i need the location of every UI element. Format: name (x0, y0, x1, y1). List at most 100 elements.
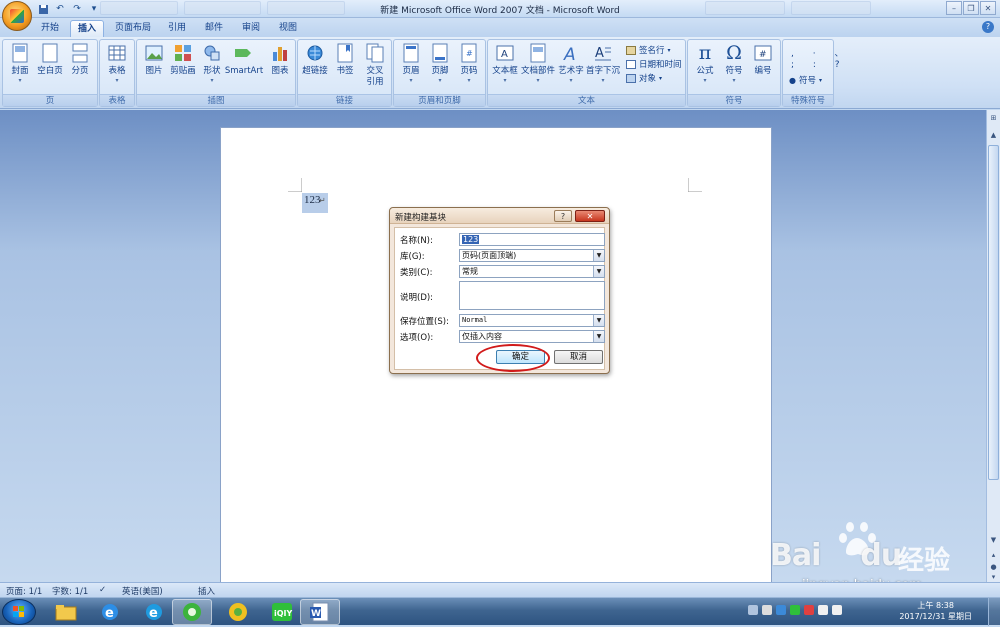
ruler-toggle-icon[interactable]: ⊞ (988, 113, 999, 123)
taskbar-ie-alt[interactable]: e (134, 599, 174, 625)
smartart-icon (234, 42, 254, 64)
numbering-button[interactable]: # 编号 (746, 42, 780, 77)
taskbar-word[interactable]: W (300, 599, 340, 625)
network-icon[interactable] (818, 605, 828, 615)
taskbar-iqiyi[interactable]: iQIY (262, 599, 302, 625)
clock-time: 上午 8:38 (917, 601, 954, 610)
cross-reference-button[interactable]: 交叉引用 (358, 42, 392, 88)
special-symbols-grid[interactable]: , · 、 (791, 46, 851, 59)
cover-page-icon (10, 42, 30, 64)
redo-icon[interactable]: ↷ (70, 3, 84, 16)
table-button[interactable]: 表格 ▾ (100, 42, 134, 84)
scroll-down-icon[interactable]: ▼ (988, 535, 999, 545)
name-input[interactable]: 123 (459, 233, 605, 246)
volume-icon[interactable] (832, 605, 842, 615)
tab-home[interactable]: 开始 (34, 20, 66, 37)
svg-text:W: W (311, 609, 321, 619)
cross-reference-icon (365, 42, 385, 64)
cancel-button[interactable]: 取消 (554, 350, 603, 364)
group-pages: 封面 ▾ 空白页 分页 页 (2, 39, 98, 107)
blank-page-button[interactable]: 空白页 (33, 42, 67, 77)
help-icon[interactable]: ? (554, 210, 572, 222)
quick-parts-button[interactable]: 文档部件 ▾ (521, 42, 555, 84)
close-icon[interactable]: ✕ (980, 1, 996, 15)
gallery-select[interactable]: 页码(页面顶端) ▼ (459, 249, 605, 262)
page-count[interactable]: 页面: 1/1 (6, 585, 42, 597)
signature-line-button[interactable]: 签名行 ▾ (626, 44, 671, 56)
minimize-icon[interactable]: – (946, 1, 962, 15)
previous-page-icon[interactable]: ▴ (988, 550, 999, 560)
tray-icon[interactable] (762, 605, 772, 615)
description-input[interactable] (459, 281, 605, 310)
category-select[interactable]: 常规 ▼ (459, 265, 605, 278)
language-indicator[interactable]: 英语(美国) (122, 585, 163, 597)
chevron-down-icon[interactable]: ▼ (593, 315, 604, 326)
word-icon: W (310, 602, 329, 622)
next-page-icon[interactable]: ▾ (988, 572, 999, 582)
taskbar: e e iQIY W 上午 8:38 2017/12/31 星期日 (0, 597, 1000, 626)
special-symbols-grid[interactable]: ; : ? (791, 60, 848, 70)
bookmark-button[interactable]: 书签 (328, 42, 362, 77)
object-icon (626, 73, 636, 83)
crop-mark-top-right (688, 178, 702, 192)
group-illustrations: 图片 剪贴画 形状 ▾ SmartArt 图表 插图 (136, 39, 296, 107)
chart-button[interactable]: 图表 (263, 42, 297, 77)
tab-mailings[interactable]: 邮件 (198, 20, 230, 37)
dialog-title-bar[interactable]: 新建构建基块 ? ✕ (390, 208, 609, 224)
keyboard-icon[interactable] (748, 605, 758, 615)
drop-cap-button[interactable]: A 首字下沉 ▾ (586, 42, 620, 84)
object-button[interactable]: 对象 ▾ (626, 72, 662, 84)
close-icon[interactable]: ✕ (575, 210, 605, 222)
insert-mode-indicator[interactable]: 插入 (198, 585, 215, 597)
taskbar-ie[interactable]: e (90, 599, 130, 625)
chevron-down-icon[interactable]: ▼ (593, 266, 604, 277)
save-location-select[interactable]: Normal ▼ (459, 314, 605, 327)
scroll-thumb[interactable] (988, 145, 999, 480)
smartart-button[interactable]: SmartArt (225, 42, 263, 77)
hyperlink-button[interactable]: 超链接 (298, 42, 332, 77)
office-button[interactable] (2, 1, 32, 31)
taskbar-explorer[interactable] (46, 599, 86, 625)
tray-icon[interactable] (804, 605, 814, 615)
page-number-button[interactable]: # 页码 ▾ (452, 42, 486, 84)
tab-view[interactable]: 视图 (272, 20, 304, 37)
scroll-up-icon[interactable]: ▲ (988, 130, 999, 140)
chevron-down-icon[interactable]: ▼ (593, 250, 604, 261)
word-count[interactable]: 字数: 1/1 (52, 585, 88, 597)
save-icon[interactable] (36, 3, 50, 16)
help-icon[interactable]: ? (982, 21, 994, 33)
undo-icon[interactable]: ↶ (53, 3, 67, 16)
text-box-button[interactable]: A 文本框 ▾ (488, 42, 522, 84)
taskbar-360[interactable] (172, 599, 212, 625)
start-button[interactable] (2, 599, 36, 625)
cover-page-button[interactable]: 封面 ▾ (3, 42, 37, 84)
watermark-brand: Bai du (770, 538, 902, 573)
show-desktop-button[interactable] (988, 598, 1000, 626)
svg-text:e: e (105, 606, 114, 621)
date-time-button[interactable]: 日期和时间 (626, 58, 682, 70)
tab-insert[interactable]: 插入 (70, 20, 105, 37)
restore-icon[interactable]: ❐ (963, 1, 979, 15)
wordart-button[interactable]: A 艺术字 ▾ (554, 42, 588, 84)
special-symbol-button[interactable]: ● 符号 ▾ (789, 74, 822, 87)
browse-object-icon[interactable]: ● (988, 562, 999, 572)
picture-icon (144, 42, 164, 64)
clock[interactable]: 上午 8:38 2017/12/31 星期日 (899, 600, 972, 622)
proofing-icon[interactable]: ✓ (99, 585, 106, 595)
vertical-scrollbar[interactable]: ⊞ ▲ ▼ ▴ ● ▾ (986, 110, 1000, 582)
tray-icon[interactable] (790, 605, 800, 615)
tab-references[interactable]: 引用 (161, 20, 193, 37)
options-select[interactable]: 仅插入内容 ▼ (459, 330, 605, 343)
tab-review[interactable]: 审阅 (235, 20, 267, 37)
group-label: 页 (3, 94, 97, 106)
customize-qat-icon[interactable]: ▾ (87, 3, 101, 16)
save-location-label: 保存位置(S): (400, 317, 449, 327)
page-break-button[interactable]: 分页 (63, 42, 97, 77)
chevron-down-icon[interactable]: ▼ (593, 331, 604, 342)
tray-icon[interactable] (776, 605, 786, 615)
drop-cap-icon: A (593, 42, 613, 64)
taskbar-app-yellow[interactable] (218, 599, 258, 625)
category-label: 类别(C): (400, 268, 433, 278)
tab-page-layout[interactable]: 页面布局 (108, 20, 158, 37)
shapes-button[interactable]: 形状 ▾ (195, 42, 229, 84)
